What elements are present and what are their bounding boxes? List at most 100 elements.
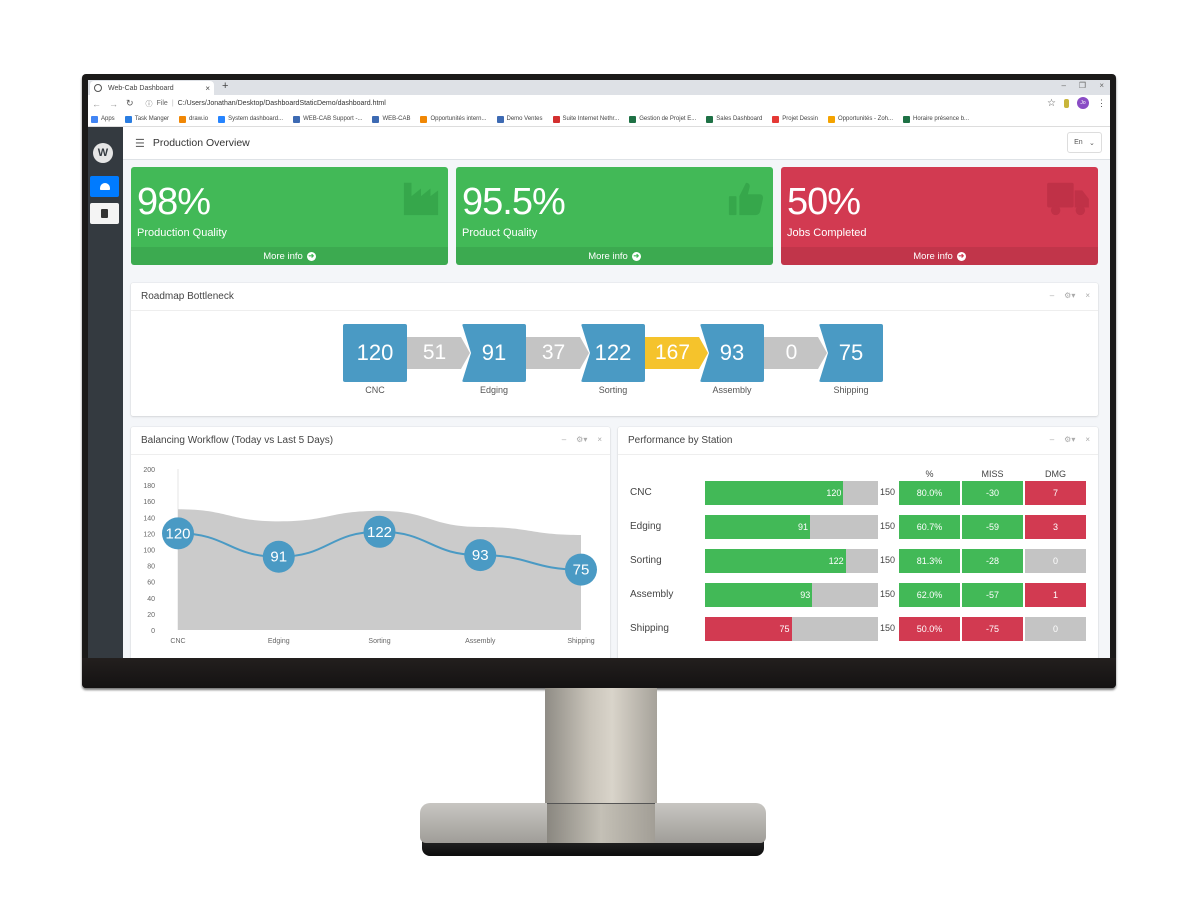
forward-icon[interactable]: →: [109, 99, 118, 109]
roadmap-link-buffer: 51: [403, 337, 470, 369]
info-box-jobs-completed: 50% Jobs Completed More info ➜: [781, 167, 1098, 265]
bookmark-item[interactable]: WEB-CAB: [372, 115, 411, 123]
target-value: 150: [880, 623, 896, 633]
bookmark-item[interactable]: Demo Ventes: [496, 115, 543, 123]
back-icon[interactable]: ←: [92, 99, 101, 109]
data-label-today: 120: [165, 525, 190, 542]
y-tick-label: 120: [143, 531, 155, 538]
bookmark-label: Gestion de Projet E...: [639, 116, 697, 122]
profile-avatar[interactable]: Jo: [1077, 97, 1089, 109]
bookmark-item[interactable]: Gestion de Projet E...: [629, 115, 697, 123]
bookmark-item[interactable]: System dashboard...: [218, 115, 283, 123]
bookmark-item[interactable]: Task Manger: [124, 115, 169, 123]
x-tick-label: Shipping: [567, 638, 594, 645]
card-title: Roadmap Bottleneck: [141, 291, 234, 302]
balancing-workflow-chart: 0 20 40 60 80 100 120 140 160 180 200 120 91 122 93 75 C…: [143, 467, 597, 645]
info-icon[interactable]: ⓘ: [146, 99, 153, 109]
new-tab-button[interactable]: +: [222, 80, 228, 92]
progress-fill: 122: [705, 549, 846, 573]
bookmark-favicon-icon: [124, 115, 132, 123]
roadmap-flow: 51 37 167 0 120 CNC 91 Edging 122 Sorting 93 Assemb…: [343, 324, 883, 395]
chevron-down-icon: ⌄: [1088, 139, 1095, 147]
dmg-cell: 7: [1025, 481, 1086, 505]
bookmark-item[interactable]: Opportunités - Zoh...: [827, 115, 893, 123]
bookmark-item[interactable]: Sales Dashboard: [706, 115, 763, 123]
roadmap-station[interactable]: 93: [700, 324, 764, 382]
info-label: Jobs Completed: [787, 227, 867, 239]
bookmark-label: Sales Dashboard: [716, 116, 763, 122]
url-input[interactable]: C:/Users/Jonathan/Desktop/DashboardStati…: [178, 100, 386, 107]
maximize-window-icon[interactable]: ❐: [1079, 81, 1086, 90]
y-tick-label: 100: [143, 548, 155, 555]
roadmap-link-buffer: 0: [760, 337, 827, 369]
bookmark-item[interactable]: Suite Internet Nethr...: [552, 115, 619, 123]
wrench-icon[interactable]: ⚙▾: [576, 435, 587, 444]
station-name: Shipping: [630, 623, 669, 634]
monitor-stand-joint: [547, 803, 655, 843]
close-tab-icon[interactable]: ×: [205, 84, 210, 93]
more-info-link[interactable]: More info ➜: [781, 247, 1098, 265]
sidebar: W: [88, 127, 123, 658]
station-name: CNC: [630, 487, 652, 498]
roadmap-station-label: Sorting: [598, 385, 628, 395]
main-content: ☰ Production Overview En ⌄ 98% Productio…: [123, 127, 1110, 658]
wrench-icon[interactable]: ⚙▾: [1064, 435, 1075, 444]
bookmark-item[interactable]: WEB-CAB Support -...: [293, 115, 362, 123]
bookmark-label: WEB-CAB: [382, 116, 411, 122]
pct-cell: 62.0%: [899, 583, 960, 607]
pct-cell: 81.3%: [899, 549, 960, 573]
app-logo[interactable]: W: [93, 143, 113, 163]
minimize-window-icon[interactable]: –: [1062, 81, 1066, 90]
browser-menu-icon[interactable]: ⋮: [1097, 98, 1106, 109]
bookmark-item[interactable]: Horaire présence b...: [903, 115, 969, 123]
data-label-today: 91: [270, 549, 287, 566]
close-window-icon[interactable]: ×: [1099, 81, 1104, 90]
bookmark-item[interactable]: draw.io: [179, 115, 208, 123]
progress-bar: 122: [705, 549, 878, 573]
close-icon[interactable]: ×: [1085, 435, 1090, 444]
minimize-icon[interactable]: –: [562, 435, 566, 444]
hamburger-menu-icon[interactable]: ☰: [135, 137, 145, 150]
roadmap-station[interactable]: 91: [462, 324, 526, 382]
minimize-icon[interactable]: –: [1050, 435, 1054, 444]
station-name: Assembly: [630, 589, 674, 600]
bookmark-label: Opportunités intern...: [430, 116, 487, 122]
sidebar-item-reports[interactable]: [90, 203, 119, 224]
wrench-icon[interactable]: ⚙▾: [1064, 291, 1075, 300]
bookmark-label: Apps: [101, 116, 115, 122]
more-info-link[interactable]: More info ➜: [131, 247, 448, 265]
data-label-today: 75: [573, 562, 590, 579]
language-select[interactable]: En ⌄: [1067, 132, 1102, 153]
minimize-icon[interactable]: –: [1050, 291, 1054, 300]
card-header: Performance by Station – ⚙▾ ×: [618, 427, 1098, 455]
bookmark-item[interactable]: Apps: [91, 115, 115, 123]
close-icon[interactable]: ×: [597, 435, 602, 444]
more-info-link[interactable]: More info ➜: [456, 247, 773, 265]
roadmap-station[interactable]: 120: [343, 324, 407, 382]
bookmark-item[interactable]: Projet Dessin: [772, 115, 818, 123]
roadmap-station[interactable]: 122: [581, 324, 645, 382]
monitor-chin: [82, 658, 1116, 688]
table-row: Edging 91 150 60.7% -59 3: [618, 515, 1098, 539]
progress-bar: 93: [705, 583, 878, 607]
bookmark-favicon-icon: [372, 115, 380, 123]
reload-icon[interactable]: ↻: [126, 98, 134, 109]
progress-fill: 93: [705, 583, 813, 607]
bookmark-favicon-icon: [293, 115, 301, 123]
progress-fill: 91: [705, 515, 810, 539]
sidebar-item-dashboard[interactable]: [90, 176, 119, 197]
pct-cell: 60.7%: [899, 515, 960, 539]
card-header: Roadmap Bottleneck – ⚙▾ ×: [131, 283, 1098, 311]
bookmark-star-icon[interactable]: ☆: [1047, 98, 1056, 109]
bookmark-favicon-icon: [420, 115, 428, 123]
browser-tab[interactable]: Web-Cab Dashboard ×: [90, 81, 214, 95]
close-icon[interactable]: ×: [1085, 291, 1090, 300]
dmg-cell: 0: [1025, 617, 1086, 641]
progress-fill: 75: [705, 617, 792, 641]
bookmark-item[interactable]: Opportunités intern...: [420, 115, 487, 123]
app: W ☰ Production Overview En ⌄ 98% Product…: [88, 127, 1110, 658]
roadmap-station[interactable]: 75: [819, 324, 883, 382]
roadmap-station-label: Shipping: [833, 385, 869, 395]
apps-grid-icon: [91, 115, 98, 123]
extension-icon[interactable]: [1064, 98, 1069, 108]
